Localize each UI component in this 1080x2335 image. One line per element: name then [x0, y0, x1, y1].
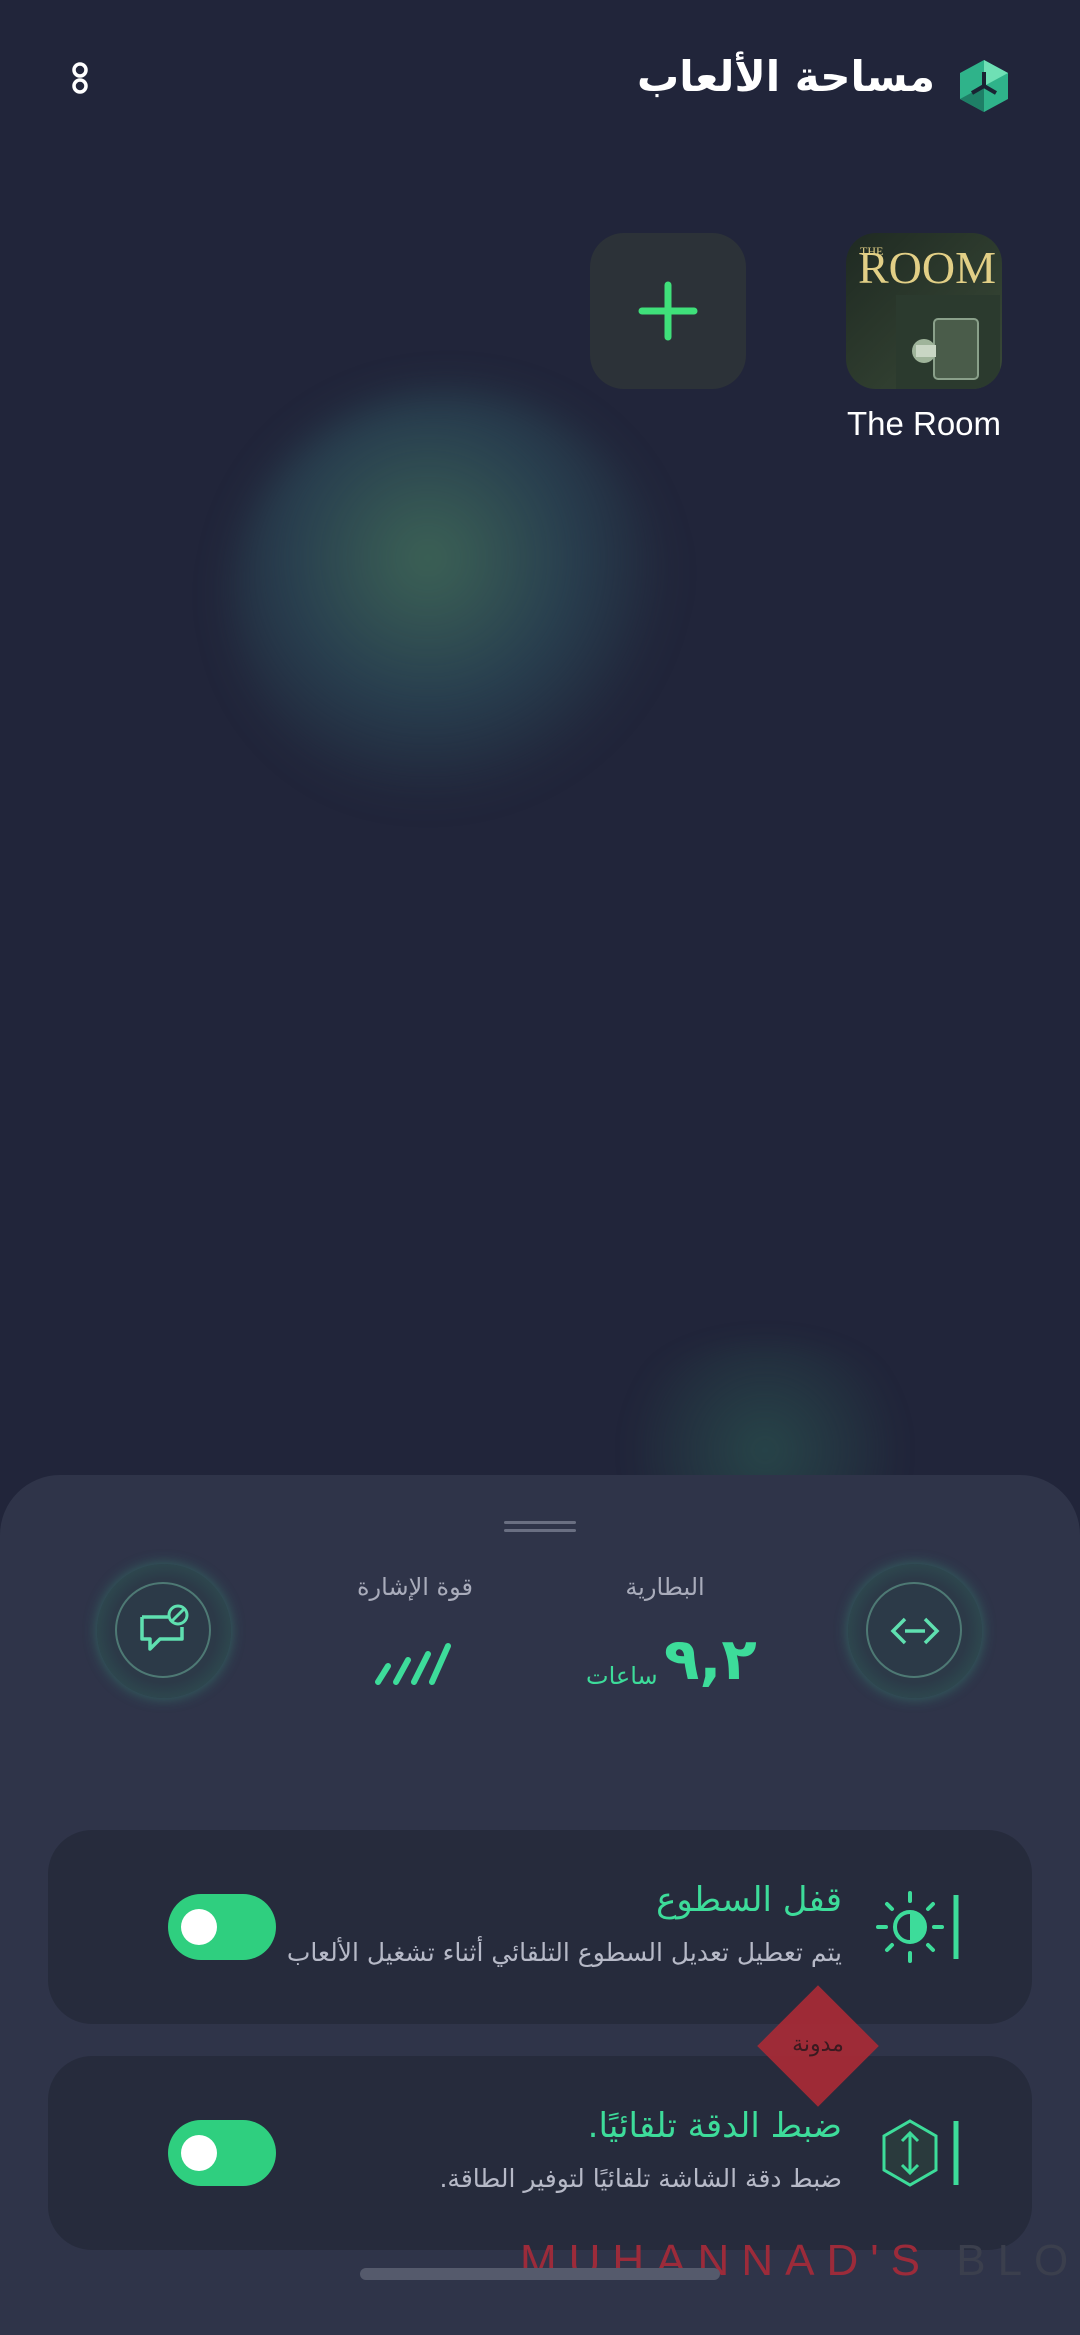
battery-value: ٩,٢ — [664, 1625, 757, 1693]
auto-resolution-toggle[interactable] — [168, 2120, 276, 2186]
app-title: مساحة الألعاب — [637, 52, 935, 101]
brightness-lock-toggle[interactable] — [168, 1894, 276, 1960]
auto-resolution-card: ضبط الدقة تلقائيًا. ضبط دقة الشاشة تلقائ… — [48, 2056, 1032, 2250]
setting-title: قفل السطوع — [656, 1880, 842, 1920]
signal-label: قوة الإشارة — [356, 1573, 473, 1601]
message-block-button[interactable] — [97, 1564, 231, 1698]
brightness-icon — [876, 1891, 959, 1963]
background-glow — [230, 390, 670, 810]
setting-subtitle: يتم تعطيل تعديل السطوع التلقائي أثناء تش… — [286, 1938, 842, 1967]
more-vertical-icon[interactable] — [60, 58, 104, 114]
battery-unit: ساعات — [586, 1662, 658, 1690]
code-arrows-button[interactable] — [848, 1564, 982, 1698]
game-name: The Room — [846, 405, 1002, 442]
signal-bars-icon — [375, 1643, 451, 1685]
drag-handle[interactable] — [504, 1520, 576, 1534]
resolution-icon — [882, 2119, 959, 2187]
header: مساحة الألعاب — [0, 0, 1080, 170]
plus-icon — [638, 281, 698, 341]
gesture-bar[interactable] — [360, 2268, 720, 2280]
watermark-badge-text: مدونة — [792, 2032, 844, 2057]
svg-text:THE: THE — [860, 244, 883, 258]
add-game-button[interactable] — [590, 233, 746, 389]
code-arrows-icon — [890, 1617, 940, 1645]
setting-subtitle: ضبط دقة الشاشة تلقائيًا لتوفير الطاقة. — [439, 2164, 842, 2193]
brightness-lock-card: قفل السطوع يتم تعطيل تعديل السطوع التلقا… — [48, 1830, 1032, 2024]
game-space-logo-icon — [960, 60, 1008, 112]
setting-title: ضبط الدقة تلقائيًا. — [587, 2106, 842, 2146]
game-icon: ROOM THE — [846, 233, 1002, 389]
battery-label: البطارية — [625, 1573, 705, 1601]
message-block-icon — [140, 1604, 189, 1651]
game-tile-the-room[interactable]: ROOM THE The Room — [846, 233, 1002, 442]
